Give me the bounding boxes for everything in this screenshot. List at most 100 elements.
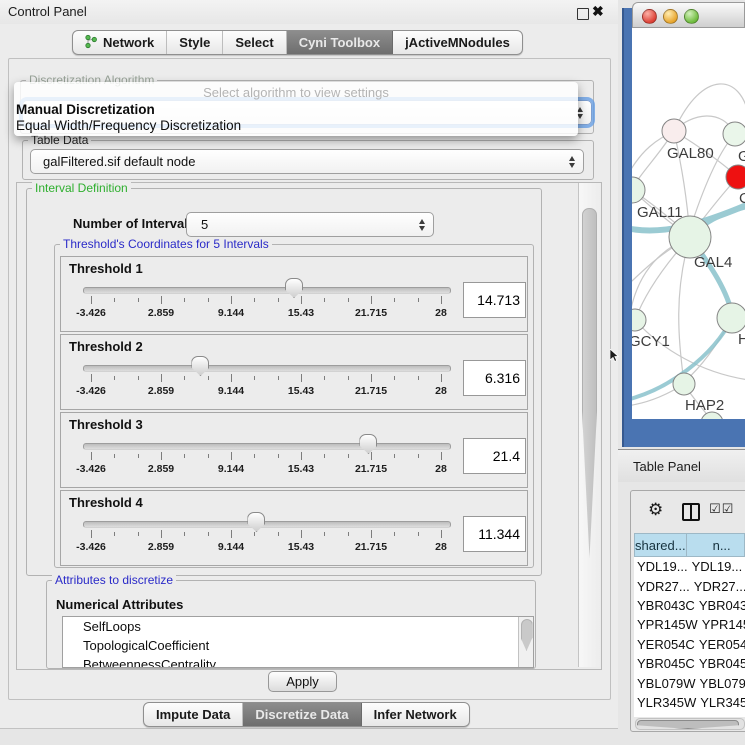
table-row[interactable]: YDL19...YDL19... bbox=[634, 557, 745, 576]
slider-track[interactable] bbox=[83, 521, 451, 528]
slider-track[interactable] bbox=[83, 443, 451, 450]
slider-thumb[interactable] bbox=[359, 434, 377, 454]
cell-name[interactable]: YBL079W bbox=[696, 676, 745, 691]
cell-name[interactable]: YPR145W bbox=[698, 617, 745, 632]
dropdown-option-manual-discretization[interactable]: Manual Discretization bbox=[16, 102, 155, 117]
apply-button[interactable]: Apply bbox=[268, 671, 337, 692]
tick-label: 28 bbox=[435, 385, 447, 397]
combo-arrows-icon bbox=[569, 156, 575, 168]
cell-shared-name[interactable]: YLR345W bbox=[634, 695, 696, 710]
number-of-intervals-combo[interactable]: 5 bbox=[186, 212, 434, 237]
tab-jactivemnodules[interactable]: jActiveMNodules bbox=[393, 31, 522, 54]
vertical-scrollbar-thumb[interactable] bbox=[582, 208, 597, 558]
cell-name[interactable]: YER054C bbox=[695, 637, 745, 652]
table-header-row: shared... n... bbox=[634, 533, 745, 557]
cell-shared-name[interactable]: YDR27... bbox=[634, 579, 690, 594]
network-node[interactable] bbox=[717, 303, 745, 333]
table-row[interactable]: YER054CYER054C bbox=[634, 635, 745, 654]
tab-cyni-toolbox[interactable]: Cyni Toolbox bbox=[287, 31, 393, 54]
table-row[interactable]: YBR043CYBR043C bbox=[634, 596, 745, 615]
network-node[interactable] bbox=[632, 309, 646, 331]
tick-mark bbox=[161, 530, 162, 538]
column-header-shared-name[interactable]: shared... bbox=[634, 533, 687, 557]
cell-name[interactable]: YDR27... bbox=[690, 579, 745, 594]
network-node[interactable] bbox=[673, 373, 695, 395]
tick-label: 28 bbox=[435, 307, 447, 319]
network-node[interactable] bbox=[669, 216, 711, 258]
attribute-list-item[interactable]: BetweennessCentrality bbox=[63, 655, 533, 668]
cell-name[interactable]: YLR345W bbox=[696, 695, 745, 710]
threshold-value-box[interactable]: 14.713 bbox=[463, 282, 526, 318]
table-hscrollbar-thumb[interactable] bbox=[637, 720, 739, 729]
threshold-value-box[interactable]: 6.316 bbox=[463, 360, 526, 396]
close-icon[interactable]: ✖ bbox=[592, 3, 604, 19]
slider-thumb[interactable] bbox=[247, 512, 265, 532]
tab-infer-network[interactable]: Infer Network bbox=[362, 703, 469, 726]
slider-track[interactable] bbox=[83, 365, 451, 372]
column-header-name[interactable]: n... bbox=[687, 533, 745, 557]
table-row[interactable]: YBR045CYBR045C bbox=[634, 654, 745, 673]
cell-shared-name[interactable]: YIL052C bbox=[634, 714, 688, 717]
cell-name[interactable]: YDL19... bbox=[688, 559, 745, 574]
cell-name[interactable]: YBR045C bbox=[695, 656, 745, 671]
zoom-traffic-light-icon[interactable] bbox=[684, 9, 699, 24]
table-row[interactable]: YLR345WYLR345W bbox=[634, 693, 745, 712]
dropdown-option-equal-width[interactable]: Equal Width/Frequency Discretization bbox=[16, 118, 241, 133]
cell-shared-name[interactable]: YBL079W bbox=[634, 676, 696, 691]
tab-discretize-data[interactable]: Discretize Data bbox=[243, 703, 361, 726]
network-node[interactable] bbox=[726, 165, 745, 189]
tick-label: 21.715 bbox=[355, 385, 387, 397]
network-node[interactable] bbox=[632, 177, 645, 203]
network-node-label: G bbox=[738, 148, 745, 165]
slider-track[interactable] bbox=[83, 287, 451, 294]
tick-mark bbox=[348, 454, 349, 458]
tick-label: -3.426 bbox=[76, 307, 106, 319]
tick-label: 2.859 bbox=[148, 463, 174, 475]
select-columns-icon[interactable]: ☑☑ bbox=[709, 502, 734, 517]
slider-thumb[interactable] bbox=[285, 278, 303, 298]
tab-network[interactable]: Network bbox=[73, 31, 167, 54]
minimize-traffic-light-icon[interactable] bbox=[663, 9, 678, 24]
slider-thumb[interactable] bbox=[191, 356, 209, 376]
network-canvas[interactable]: GAL80GCGAL11GAL4GCY1HHAP2 bbox=[632, 28, 745, 419]
table-row[interactable]: YIL052CYIL052C bbox=[634, 712, 745, 717]
tab-style[interactable]: Style bbox=[167, 31, 223, 54]
table-row[interactable]: YDR27...YDR27... bbox=[634, 576, 745, 595]
gear-icon[interactable]: ⚙ bbox=[648, 500, 663, 520]
table-horizontal-scrollbar[interactable] bbox=[635, 718, 745, 730]
cell-name[interactable]: YBR043C bbox=[695, 598, 745, 613]
attribute-list-item[interactable]: SelfLoops bbox=[63, 617, 533, 636]
tick-label: 28 bbox=[435, 463, 447, 475]
cell-shared-name[interactable]: YBR045C bbox=[634, 656, 695, 671]
table-data-combo[interactable]: galFiltered.sif default node bbox=[30, 149, 584, 174]
vertical-scrollbar[interactable] bbox=[578, 183, 600, 667]
table-row[interactable]: YPR145WYPR145W bbox=[634, 615, 745, 634]
cell-shared-name[interactable]: YBR043C bbox=[634, 598, 695, 613]
threshold-value-box[interactable]: 11.344 bbox=[463, 516, 526, 552]
cell-shared-name[interactable]: YDL19... bbox=[634, 559, 688, 574]
list-scrollbar[interactable] bbox=[518, 617, 533, 667]
float-window-icon[interactable] bbox=[577, 8, 589, 20]
table-row[interactable]: YBL079WYBL079W bbox=[634, 673, 745, 692]
cell-name[interactable]: YIL052C bbox=[688, 714, 745, 717]
attribute-list-item[interactable]: TopologicalCoefficient bbox=[63, 636, 533, 655]
tick-mark bbox=[91, 452, 92, 460]
tab-select[interactable]: Select bbox=[223, 31, 286, 54]
tab-impute-data[interactable]: Impute Data bbox=[144, 703, 243, 726]
cell-shared-name[interactable]: YPR145W bbox=[634, 617, 698, 632]
network-node[interactable] bbox=[662, 119, 686, 143]
network-node[interactable] bbox=[723, 122, 745, 146]
close-traffic-light-icon[interactable] bbox=[642, 9, 657, 24]
attributes-group-title: Attributes to discretize bbox=[52, 574, 176, 586]
numerical-attributes-list[interactable]: SelfLoopsTopologicalCoefficientBetweenne… bbox=[62, 616, 534, 668]
network-window-titlebar[interactable] bbox=[632, 2, 745, 28]
tick-mark bbox=[161, 374, 162, 382]
tick-mark bbox=[418, 298, 419, 302]
tick-label: 9.144 bbox=[218, 463, 244, 475]
algorithm-dropdown-popup: Select algorithm to view settings Manual… bbox=[14, 82, 578, 136]
threshold-value-box[interactable]: 21.4 bbox=[463, 438, 526, 474]
tick-mark bbox=[301, 530, 302, 538]
cell-shared-name[interactable]: YER054C bbox=[634, 637, 695, 652]
list-scrollbar-thumb[interactable] bbox=[521, 619, 533, 651]
split-view-icon[interactable] bbox=[682, 503, 700, 521]
